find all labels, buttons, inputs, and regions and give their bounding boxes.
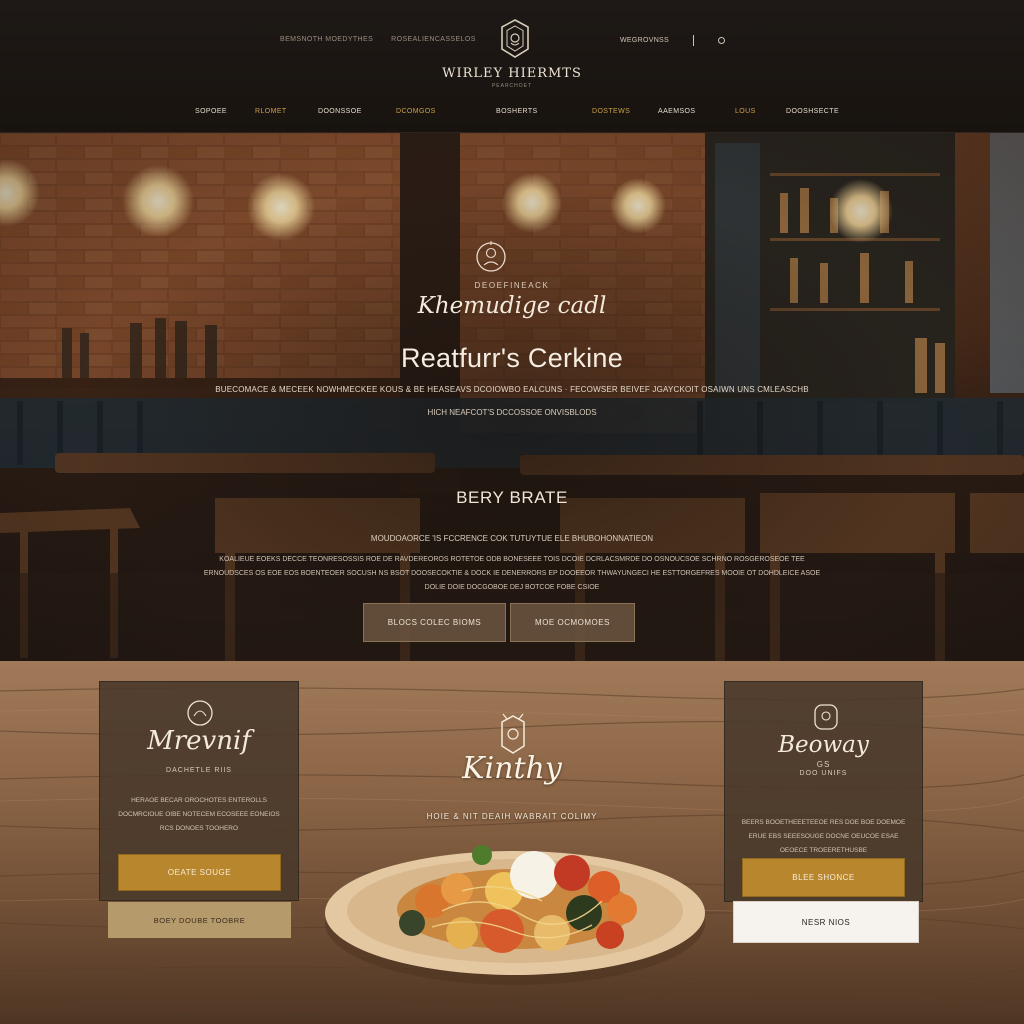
card-script-small: GS (816, 760, 831, 769)
nav-item[interactable]: BOSHERTS (496, 108, 538, 115)
card-order-button[interactable]: BLEE SHONCE (742, 858, 905, 897)
utility-right: WEGROVNSS (620, 35, 725, 46)
utility-links: BEMSNOTH MOEDYTHES ROSEALIENCASSELOS (280, 36, 476, 43)
nav-item[interactable]: RLOMET (255, 108, 287, 115)
card-script-title: Beoway (778, 732, 869, 758)
hero-paragraph: KOALIEUE EOEKS DECCE TEONRESOSSIS ROE DE… (203, 556, 821, 591)
restaurant-logo-icon[interactable] (499, 18, 531, 60)
hero-tagline-secondary: HICH NEAFCOT'S DCCOSSOE ONVISBLODS (427, 408, 597, 417)
hero-script-title: Khemudige cadl (417, 293, 607, 319)
primary-cta-button[interactable]: BLOCS COLEC BIOMS (363, 603, 506, 642)
nav-item[interactable]: SOPOEE (195, 108, 227, 115)
site-header: BEMSNOTH MOEDYTHES ROSEALIENCASSELOS WIR… (0, 0, 1024, 133)
hero-description: MOUDOAORCE 'IS FCCRENCE COK TUTUYTUE ELE… (370, 534, 654, 543)
nav-item[interactable]: DCOMGOS (396, 108, 436, 115)
nav-item[interactable]: AAEMSOS (658, 108, 695, 115)
hero-content: DEOEFINEACK Khemudige cadl Reatfurr's Ce… (0, 133, 1024, 661)
brand-tagline: PEARCHOET (491, 83, 533, 89)
card-secondary-button[interactable]: NESR NIOS (733, 901, 919, 943)
card-secondary-button[interactable]: BOEY DOUBE TOOBRE (108, 902, 291, 938)
secondary-cta-button[interactable]: MOE OCMOMOES (510, 603, 635, 642)
search-icon[interactable] (717, 37, 725, 44)
hero-section: DEOEFINEACK Khemudige cadl Reatfurr's Ce… (0, 133, 1024, 661)
utility-link[interactable]: ROSEALIENCASSELOS (391, 36, 476, 43)
featured-dish-section: Mrevnif DACHETLE RIIS HERAOE BECAR OROCH… (0, 661, 1024, 1024)
hero-subheading: BERY BRATE (456, 488, 568, 507)
chef-emblem-icon (476, 241, 506, 272)
nav-item[interactable]: DOONSSOE (318, 108, 362, 115)
nav-item[interactable]: LOUS (735, 108, 756, 115)
nav-item[interactable]: DOOSHSECTE (786, 108, 839, 115)
nav-item[interactable]: DOSTEWS (592, 108, 630, 115)
main-nav: SOPOEE RLOMET DOONSSOE DCOMGOS BOSHERTS … (0, 108, 1024, 122)
account-link[interactable]: WEGROVNSS (620, 37, 669, 44)
divider (692, 35, 694, 46)
hero-tagline: BUECOMACE & MECEEK NOWHMECKEE KOUS & BE … (215, 385, 809, 394)
card-order-button[interactable]: OEATE SOUGE (118, 854, 281, 891)
card-subtitle: DOO UNIFS (799, 770, 848, 777)
card-description: BEERS BOOETHEEETEEOE RES DOE BOE DOEMOE … (741, 819, 906, 854)
hero-title: Reatfurr's Cerkine (400, 343, 624, 373)
brand-name[interactable]: WIRLEY HIERMTS (0, 66, 1024, 81)
hero-eyebrow: DEOEFINEACK (474, 281, 550, 290)
utility-link[interactable]: BEMSNOTH MOEDYTHES (280, 36, 373, 43)
pasta-plate-image (325, 845, 705, 985)
chef-emblem-icon (814, 704, 838, 730)
chef-hat-icon (187, 700, 213, 726)
